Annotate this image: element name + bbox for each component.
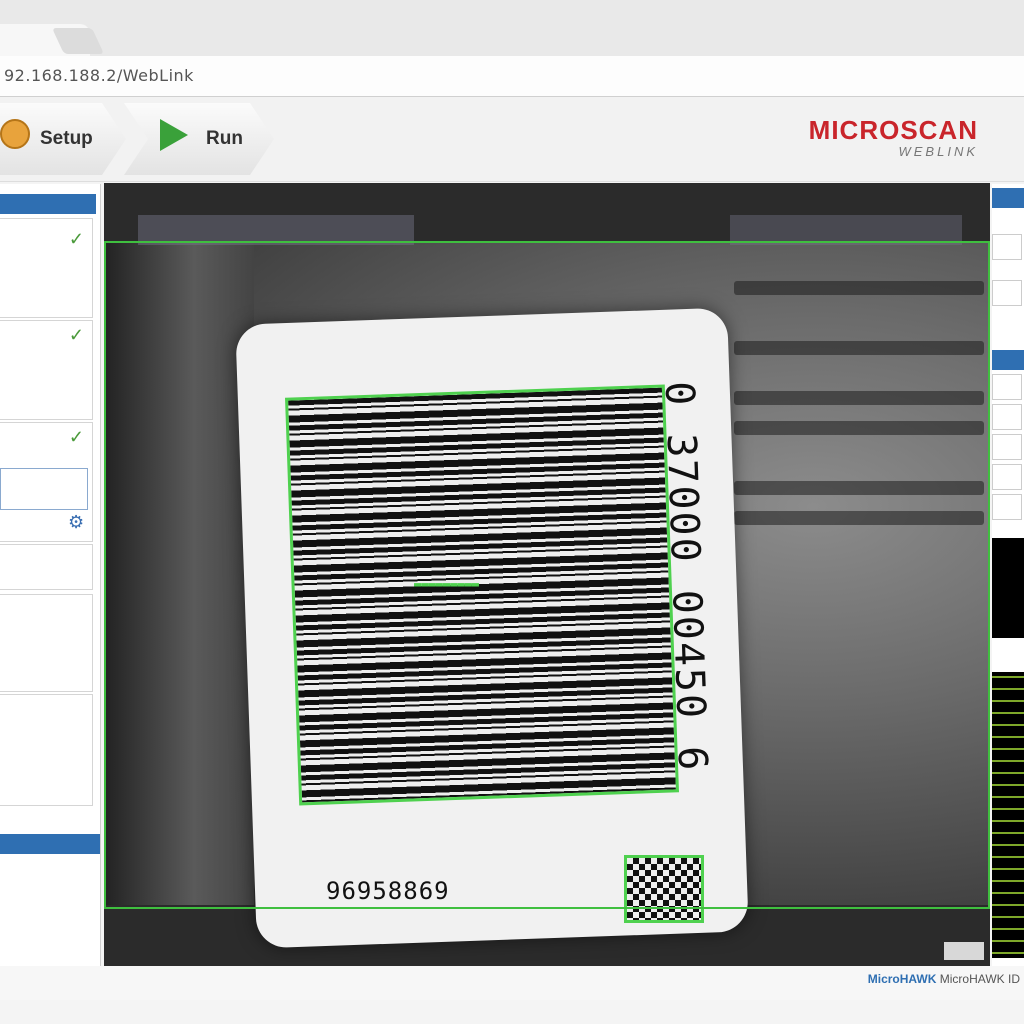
logo-main-text: MICROSCAN [808, 115, 978, 145]
camera-viewer[interactable]: ▬▬▬▬▬▬▬▬▬ 0 37000 00450 6 96958869 [104, 183, 990, 966]
right-field[interactable] [992, 374, 1022, 400]
check-icon: ✓ [68, 229, 84, 249]
setup-field[interactable] [0, 468, 88, 510]
left-panel-header [0, 194, 96, 214]
right-field[interactable] [992, 404, 1022, 430]
right-panel-header [992, 188, 1024, 208]
viewer-toolbar-right[interactable] [730, 215, 962, 245]
setup-card-6[interactable] [0, 694, 93, 806]
zoom-control[interactable] [944, 942, 984, 960]
setup-card-5[interactable] [0, 594, 93, 692]
decoded-barcode-region [284, 384, 680, 806]
right-field[interactable] [992, 464, 1022, 490]
setup-label[interactable]: Setup [40, 105, 93, 173]
background-text-line [734, 481, 984, 495]
setup-card-1[interactable]: ✓ [0, 218, 93, 318]
run-play-icon [160, 119, 188, 151]
product-name: MicroHAWK [867, 972, 937, 986]
decode-history[interactable] [992, 672, 1024, 958]
left-setup-panel: ✓ ✓ ✓ ⚙ [0, 184, 101, 966]
viewer-toolbar-left[interactable] [138, 215, 414, 245]
right-field[interactable] [992, 234, 1022, 260]
label-number: 96958869 [326, 877, 450, 905]
status-text: MicroHAWK MicroHAWK ID [868, 972, 1020, 986]
version-text: MicroHAWK ID [939, 972, 1020, 986]
microscan-logo: MICROSCAN WEBLINK [809, 115, 978, 159]
background-text-line [734, 341, 984, 355]
run-step-button[interactable] [124, 103, 274, 175]
check-icon: ✓ [68, 427, 84, 447]
camera-image: ▬▬▬▬▬▬▬▬▬ 0 37000 00450 6 96958869 [104, 241, 990, 949]
camera-background-shadow [104, 241, 254, 905]
right-panel-header-2 [992, 350, 1024, 370]
right-panel [992, 184, 1024, 966]
background-text-line [734, 421, 984, 435]
address-bar[interactable]: 92.168.188.2/WebLink [0, 56, 1024, 97]
decode-overlay-text: ▬▬▬▬▬▬▬▬▬ [414, 577, 480, 591]
browser-tab-strip: × [0, 0, 1024, 69]
right-field[interactable] [992, 434, 1022, 460]
status-bar: MicroHAWK MicroHAWK ID [0, 966, 1024, 1000]
background-text-line [734, 391, 984, 405]
url-text[interactable]: 92.168.188.2/WebLink [4, 66, 194, 85]
logo-sub-text: WEBLINK [898, 144, 978, 159]
background-text-line [734, 281, 984, 295]
background-text-line [734, 511, 984, 525]
setup-card-4[interactable] [0, 544, 93, 590]
right-field[interactable] [992, 494, 1022, 520]
left-panel-footer-bar [0, 834, 100, 854]
right-field[interactable] [992, 280, 1022, 306]
app-header: Setup Run MICROSCAN WEBLINK [0, 97, 1024, 182]
gear-icon[interactable]: ⚙ [68, 512, 84, 533]
run-label[interactable]: Run [206, 105, 243, 173]
check-icon: ✓ [68, 325, 84, 345]
datamatrix-code [624, 855, 704, 923]
setup-card-2[interactable]: ✓ [0, 320, 93, 420]
data-terminal[interactable] [992, 538, 1024, 638]
setup-icon [0, 119, 30, 149]
